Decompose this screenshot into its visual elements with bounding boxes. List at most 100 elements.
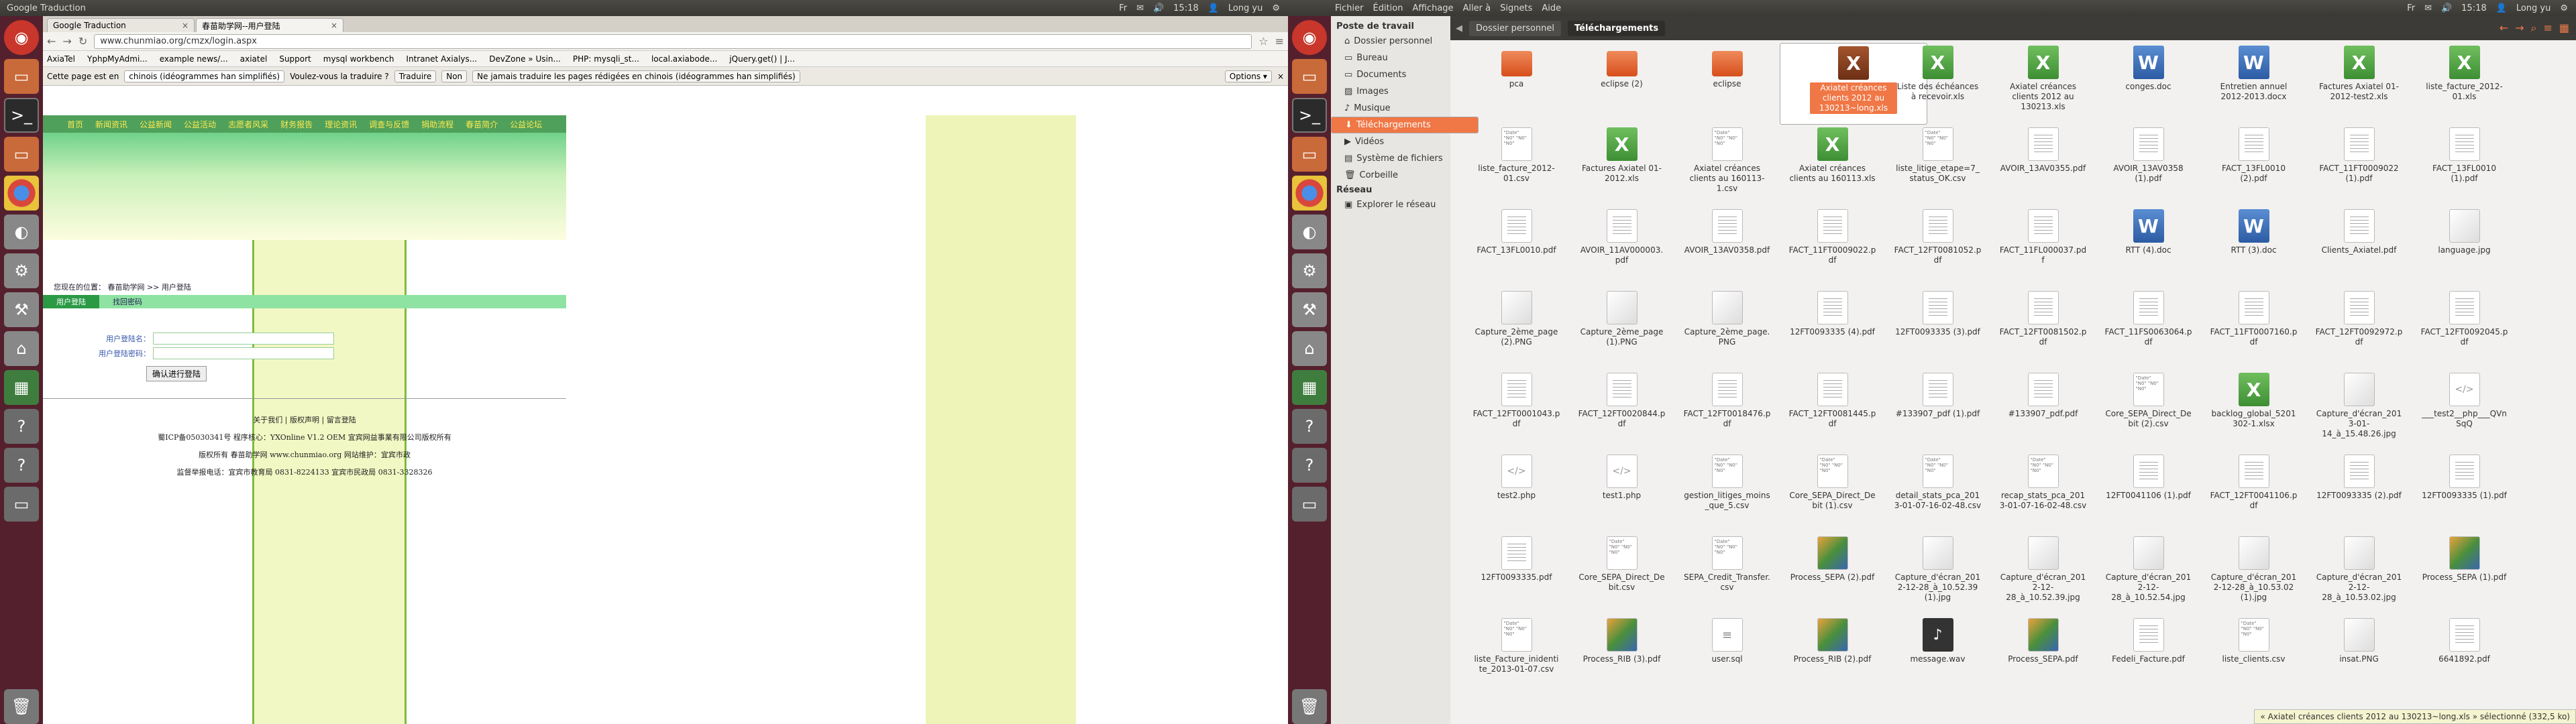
site-nav-item[interactable]: 调查与反馈 [369,119,409,130]
file-item[interactable]: "Date" "N0" "N0" "N0" SEPA_Credit_Transfe… [1674,534,1780,615]
site-nav-item[interactable]: 捐助流程 [421,119,453,130]
indicator-item[interactable]: 15:18 [2461,3,2486,13]
site-nav-item[interactable]: 公益论坛 [510,119,542,130]
file-item[interactable]: Fedeli_Facture.pdf [2096,615,2201,697]
file-item[interactable]: Process_SEPA (1).pdf [2412,534,2517,615]
menu-item[interactable]: Signets [1500,3,1532,13]
file-item[interactable]: Capture_d'écran_2012-12-28_à_10.53.02.jp… [2306,534,2412,615]
file-item[interactable]: Process_RIB (2).pdf [1780,615,1885,697]
site-nav-item[interactable]: 公益活动 [184,119,216,130]
file-item[interactable]: FACT_12FT0092972.pdf [2306,288,2412,370]
file-item[interactable]: Process_SEPA.pdf [1990,615,2096,697]
bookmark-item[interactable]: Support [279,54,311,64]
menu-item[interactable]: Affichage [1412,3,1453,13]
bookmark-item[interactable]: YphpMyAdmi... [87,54,148,64]
tab-recover-password[interactable]: 找回密码 [99,296,156,307]
tab-google-translate[interactable]: Google Traduction × [47,18,195,32]
site-nav-item[interactable]: 理论资讯 [325,119,357,130]
file-item[interactable]: FACT_11FT0009022.pdf [1780,206,1885,288]
tool-icon[interactable]: ⚒ [1292,292,1327,327]
tab-chunmiao[interactable]: 春苗助学网--用户登陆 × [196,18,343,32]
file-item[interactable]: "Date" "N0" "N0" "N0" liste_Facture_inide… [1464,615,1569,697]
file-item[interactable]: X Axiatel créances clients 2012 au 130213… [1990,43,2096,125]
files-icon[interactable]: ▭ [1292,59,1327,94]
workspace-icon[interactable]: ▭ [4,487,39,522]
file-item[interactable]: 12FT0093335 (2).pdf [2306,452,2412,534]
unknown-app-icon[interactable]: ? [1292,448,1327,483]
chrome-icon[interactable] [4,176,39,210]
file-item[interactable]: "Date" "N0" "N0" "N0" recap_stats_pca_201… [1990,452,2096,534]
file-item[interactable]: ♪ message.wav [1885,615,1990,697]
workspace-icon[interactable]: ▭ [1292,487,1327,522]
indicator-item[interactable]: 🔊 [2441,3,2452,13]
tab-login[interactable]: 用户登陆 [43,295,99,308]
file-item[interactable]: "Date" "N0" "N0" "N0" Core_SEPA_Direct_De… [2096,370,2201,452]
file-item[interactable]: "Date" "N0" "N0" "N0" Axiatel créances cl… [1674,125,1780,206]
menu-item[interactable]: Aller à [1463,3,1491,13]
file-item[interactable]: AVOIR_13AV0358 (1).pdf [2096,125,2201,206]
bookmark-item[interactable]: local.axiabode... [651,54,717,64]
menu-item[interactable]: Aide [1542,3,1561,13]
file-item[interactable]: X Liste des échéances à recevoir.xls [1885,43,1990,125]
indicator-item[interactable]: 👤 [1208,3,1219,13]
file-item[interactable]: FACT_12FT0081502.pdf [1990,288,2096,370]
file-item[interactable]: ≡ user.sql [1674,615,1780,697]
file-item[interactable]: </> test1.php [1569,452,1674,534]
bookmark-item[interactable]: axiatel [240,54,268,64]
indicator-item[interactable]: ⚙ [2560,3,2568,13]
translate-button[interactable]: Traduire [394,70,437,82]
files-icon[interactable]: ▭ [4,59,39,94]
login-button[interactable]: 确认进行登陆 [146,366,207,381]
file-item[interactable]: FACT_12FT0041106.pdf [2201,452,2306,534]
file-item[interactable]: FACT_12FT0081445.pdf [1780,370,1885,452]
file-item[interactable]: "Date" "N0" "N0" "N0" gestion_litiges_moi… [1674,452,1780,534]
username-input[interactable] [153,333,334,345]
file-item[interactable]: 12FT0093335 (1).pdf [2412,452,2517,534]
options-button[interactable]: Options ▾ [1224,70,1272,82]
indicator-item[interactable]: 👤 [2496,3,2507,13]
terminal-icon[interactable]: >_ [4,98,39,133]
folder-icon[interactable]: ▭ [1292,137,1327,172]
footer-links[interactable]: 关于我们 | 版权声明 | 留言登陆 [144,412,466,429]
address-bar[interactable]: www.chunmiao.org/cmzx/login.aspx [94,34,1252,49]
file-item[interactable]: eclipse [1674,43,1780,125]
terminal-icon[interactable]: >_ [1292,98,1327,133]
sidebar-item[interactable]: ▨ Images [1331,83,1450,100]
file-item[interactable]: Wconges.doc [2096,43,2201,125]
no-button[interactable]: Non [441,70,468,82]
sidebar-item[interactable]: 🗑 Corbeille [1331,167,1450,184]
file-item[interactable]: Capture_2ème_page (1).PNG [1569,288,1674,370]
file-item[interactable]: insat.PNG [2306,615,2412,697]
indicator-item[interactable]: ✉ [1136,3,1144,13]
sidebar-item[interactable]: ▭ Bureau [1331,50,1450,66]
file-item[interactable]: "Date" "N0" "N0" "N0" detail_stats_pca_20… [1885,452,1990,534]
tool-icon[interactable]: ⚒ [4,292,39,327]
close-icon[interactable]: × [182,21,189,30]
menu-icon[interactable]: ≡ [1275,35,1284,48]
back-icon[interactable]: ← [2500,21,2508,35]
file-item[interactable]: FACT_13FL0010 (2).pdf [2201,125,2306,206]
workbench-icon[interactable]: ⌂ [1292,331,1327,366]
file-item[interactable]: Capture_d'écran_2012-12-28_à_10.52.39 (1… [1885,534,1990,615]
file-item[interactable]: </> ___test2__php___QVnSqQ [2412,370,2517,452]
file-item[interactable]: Process_SEPA (2).pdf [1780,534,1885,615]
dash-icon[interactable]: ◉ [4,20,39,55]
file-item[interactable]: "Date" "N0" "N0" "N0" liste_facture_2012-… [1464,125,1569,206]
file-item[interactable]: FACT_11FT0007160.pdf [2201,288,2306,370]
indicator-item[interactable]: 🔊 [1153,3,1164,13]
file-item[interactable]: 6641892.pdf [2412,615,2517,697]
sidebar-item[interactable]: ▤ Système de fichiers [1331,150,1450,167]
star-icon[interactable]: ☆ [1258,35,1268,48]
file-item[interactable]: AVOIR_13AV0358.pdf [1674,206,1780,288]
file-item[interactable]: W RTT (3).doc [2201,206,2306,288]
file-item[interactable]: FACT_12FT0001043.pdf [1464,370,1569,452]
dash-icon[interactable]: ◉ [1292,20,1327,55]
file-item[interactable]: FACT_13FL0010.pdf [1464,206,1569,288]
back-icon[interactable]: ◀ [1456,23,1462,34]
file-item[interactable]: Xbacklog_global_5201302-1.xlsx [2201,370,2306,452]
sidebar-item[interactable]: ♪ Musique [1331,100,1450,117]
indicator-item[interactable]: Long yu [1228,3,1263,13]
indicator-item[interactable]: ⚙ [1272,3,1280,13]
spreadsheet-icon[interactable]: ▦ [1292,370,1327,405]
breadcrumb-downloads[interactable]: Téléchargements [1568,20,1666,36]
